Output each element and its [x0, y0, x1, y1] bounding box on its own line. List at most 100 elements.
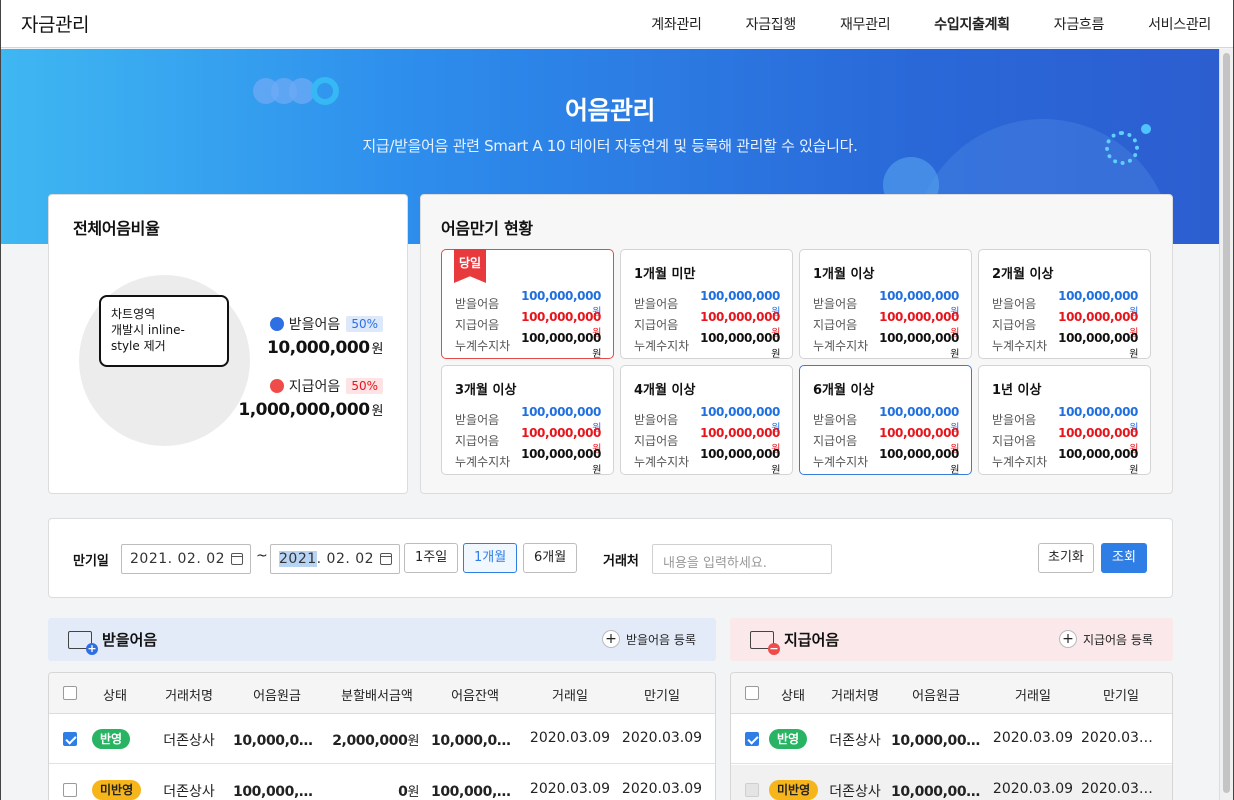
- legend-payable-label: 지급어음: [288, 379, 341, 395]
- maturity-cell-title: 3개월 이상: [455, 383, 517, 398]
- column-header[interactable]: 어음잔액: [429, 685, 521, 704]
- table-header: 상태 거래처명 어음원금 거래일 만기일: [731, 673, 1172, 714]
- payable-amount-value: 1,000,000,000: [238, 400, 370, 420]
- period-1month-button[interactable]: 1개월: [463, 543, 518, 573]
- client-search-input[interactable]: 내용을 입력하세요.: [652, 544, 832, 574]
- status-badge: 미반영: [769, 780, 819, 800]
- row-value: 100,000,000 원: [521, 331, 601, 360]
- principal-cell: 10,000,000원: [891, 730, 983, 749]
- amount-value: 100,000,000: [879, 331, 959, 345]
- amount-value: 100,000,000: [521, 331, 601, 345]
- column-header[interactable]: 만기일: [617, 685, 707, 704]
- table-row[interactable]: 반영 더존상사 10,000,000원 2020.03.09 2020.03.0…: [731, 714, 1172, 764]
- column-header[interactable]: 어음원금: [231, 685, 323, 704]
- receivable-dot-icon: [269, 317, 284, 331]
- row-label: 누계수지차: [634, 455, 690, 469]
- maturity-row: 누계수지차 100,000,000 원: [634, 331, 780, 360]
- row-checkbox[interactable]: [745, 732, 759, 746]
- add-receivable-button[interactable]: + 받을어음 등록: [601, 630, 696, 648]
- row-label: 누계수지차: [992, 455, 1048, 469]
- amount-value: 100,000,000: [521, 310, 601, 324]
- due-date-cell: 2020.03.09: [621, 781, 703, 797]
- nav-item-service[interactable]: 서비스관리: [1148, 14, 1211, 34]
- amount-value: 100,000,000: [700, 426, 780, 440]
- maturity-cell-title: 6개월 이상: [813, 383, 875, 398]
- calendar-icon[interactable]: [231, 553, 243, 565]
- status-badge: 미반영: [92, 780, 142, 800]
- plus-icon: +: [1058, 630, 1077, 648]
- search-button[interactable]: 조회: [1101, 543, 1147, 573]
- amount-value: 100,000,000: [1058, 447, 1138, 461]
- maturity-cell-today[interactable]: 당일 받을어음 100,000,000원 지급어음 100,000,000원 누계수지차 1…: [441, 249, 614, 360]
- table-row[interactable]: 미반영 더존상사 100,000,000원 0원 100,000,000원 20…: [49, 765, 715, 800]
- app-title[interactable]: 자금관리: [21, 10, 89, 37]
- maturity-row: 누계수지차 100,000,000 원: [455, 447, 601, 476]
- legend-payable-amount: 1,000,000,000 원: [238, 400, 383, 420]
- unit-label: 원: [1129, 349, 1138, 360]
- trade-date-cell: 2020.03.09: [529, 730, 611, 746]
- maturity-cell-over-6m[interactable]: 6개월 이상 받을어음 100,000,000원 지급어음 100,000,000원 누계…: [799, 365, 972, 476]
- maturity-cell-over-2m[interactable]: 2개월 이상 받을어음 100,000,000원 지급어음 100,000,000원 누계…: [978, 249, 1151, 360]
- amount-value: 100,000,000: [879, 447, 959, 461]
- client-cell: 더존상사: [829, 784, 881, 800]
- reset-button[interactable]: 초기화: [1038, 543, 1094, 573]
- period-6month-button[interactable]: 6개월: [523, 543, 578, 573]
- add-payable-button[interactable]: + 지급어음 등록: [1058, 630, 1153, 648]
- unit-label: 원: [371, 342, 384, 357]
- amount-value: 100,000,000: [700, 289, 780, 303]
- column-header[interactable]: 어음원금: [891, 685, 981, 704]
- page-subtitle: 지급/받을어음 관련 Smart A 10 데이터 자동연계 및 등록해 관리할…: [362, 137, 858, 155]
- legend-payable-pct: 50%: [346, 378, 383, 394]
- nav-item-income-expense-plan[interactable]: 수입지출계획: [934, 14, 1010, 34]
- nav-item-accounts[interactable]: 계좌관리: [651, 14, 702, 34]
- unit-label: 원: [950, 349, 959, 360]
- receivable-section-title: 받을어음: [102, 631, 158, 649]
- column-header[interactable]: 거래일: [987, 685, 1079, 704]
- principal-cell: 100,000,000원: [233, 784, 321, 800]
- client-label: 거래처: [603, 554, 639, 569]
- maturity-date-label: 만기일: [73, 554, 109, 569]
- payable-note-icon: −: [750, 630, 780, 655]
- amount-value: 100,000,000: [700, 405, 780, 419]
- period-1week-button[interactable]: 1주일: [404, 543, 459, 573]
- legend-receivable-pct: 50%: [346, 316, 383, 332]
- maturity-cell-under-1m[interactable]: 1개월 미만 받을어음 100,000,000원 지급어음 100,000,000원 누계…: [620, 249, 793, 360]
- page-scrollbar[interactable]: [1219, 49, 1233, 800]
- date-to-year-selected: 2021: [279, 551, 317, 567]
- nav-item-execution[interactable]: 자금집행: [746, 14, 797, 34]
- row-label: 누계수지차: [455, 339, 511, 353]
- date-from-input[interactable]: 2021. 02. 02: [121, 544, 251, 574]
- table-row[interactable]: 반영 더존상사 10,000,000원 2,000,000원 10,000,00…: [49, 714, 715, 764]
- unit-label: 원: [592, 465, 601, 476]
- maturity-cell-title: 1개월 이상: [813, 267, 875, 282]
- row-label: 누계수지차: [813, 339, 869, 353]
- nav-item-finance[interactable]: 재무관리: [840, 14, 891, 34]
- maturity-cell-over-1y[interactable]: 1년 이상 받을어음 100,000,000원 지급어음 100,000,000원 누계수…: [978, 365, 1151, 476]
- principal-value: 10,000,000: [891, 733, 976, 749]
- receivable-amount-value: 10,000,000: [266, 338, 370, 358]
- maturity-cell-over-3m[interactable]: 3개월 이상 받을어음 100,000,000원 지급어음 100,000,000원 누계…: [441, 365, 614, 476]
- scrollbar-thumb[interactable]: [1223, 53, 1230, 793]
- due-date-cell: 2020.03.09: [621, 730, 703, 746]
- date-to-rest: . 02. 02: [316, 551, 375, 567]
- column-header[interactable]: 거래처명: [151, 685, 227, 704]
- nav-item-cashflow[interactable]: 자금흐름: [1054, 14, 1105, 34]
- select-all-checkbox[interactable]: [63, 686, 77, 700]
- placeholder-line: 개발시 inline-: [111, 323, 185, 337]
- column-header[interactable]: 상태: [89, 685, 141, 704]
- row-checkbox[interactable]: [63, 732, 77, 746]
- column-header[interactable]: 상태: [767, 685, 819, 704]
- trade-date-cell: 2020.03.09: [992, 730, 1074, 746]
- column-header[interactable]: 분할배서금액: [329, 685, 425, 704]
- column-header[interactable]: 거래일: [525, 685, 615, 704]
- column-header[interactable]: 거래처명: [823, 685, 887, 704]
- column-header[interactable]: 만기일: [1081, 685, 1161, 704]
- row-checkbox[interactable]: [63, 783, 77, 797]
- select-all-checkbox[interactable]: [745, 686, 759, 700]
- status-badge: 반영: [769, 729, 808, 749]
- maturity-cell-over-1m[interactable]: 1개월 이상 받을어음 100,000,000원 지급어음 100,000,000원 누계…: [799, 249, 972, 360]
- maturity-cell-over-4m[interactable]: 4개월 이상 받을어음 100,000,000원 지급어음 100,000,000원 누계…: [620, 365, 793, 476]
- table-row[interactable]: 미반영 더존상사 10,000,000원 2020.03.09 2020.03.…: [731, 765, 1172, 800]
- calendar-icon[interactable]: [380, 553, 392, 565]
- date-to-input[interactable]: 2021. 02. 02: [270, 544, 400, 574]
